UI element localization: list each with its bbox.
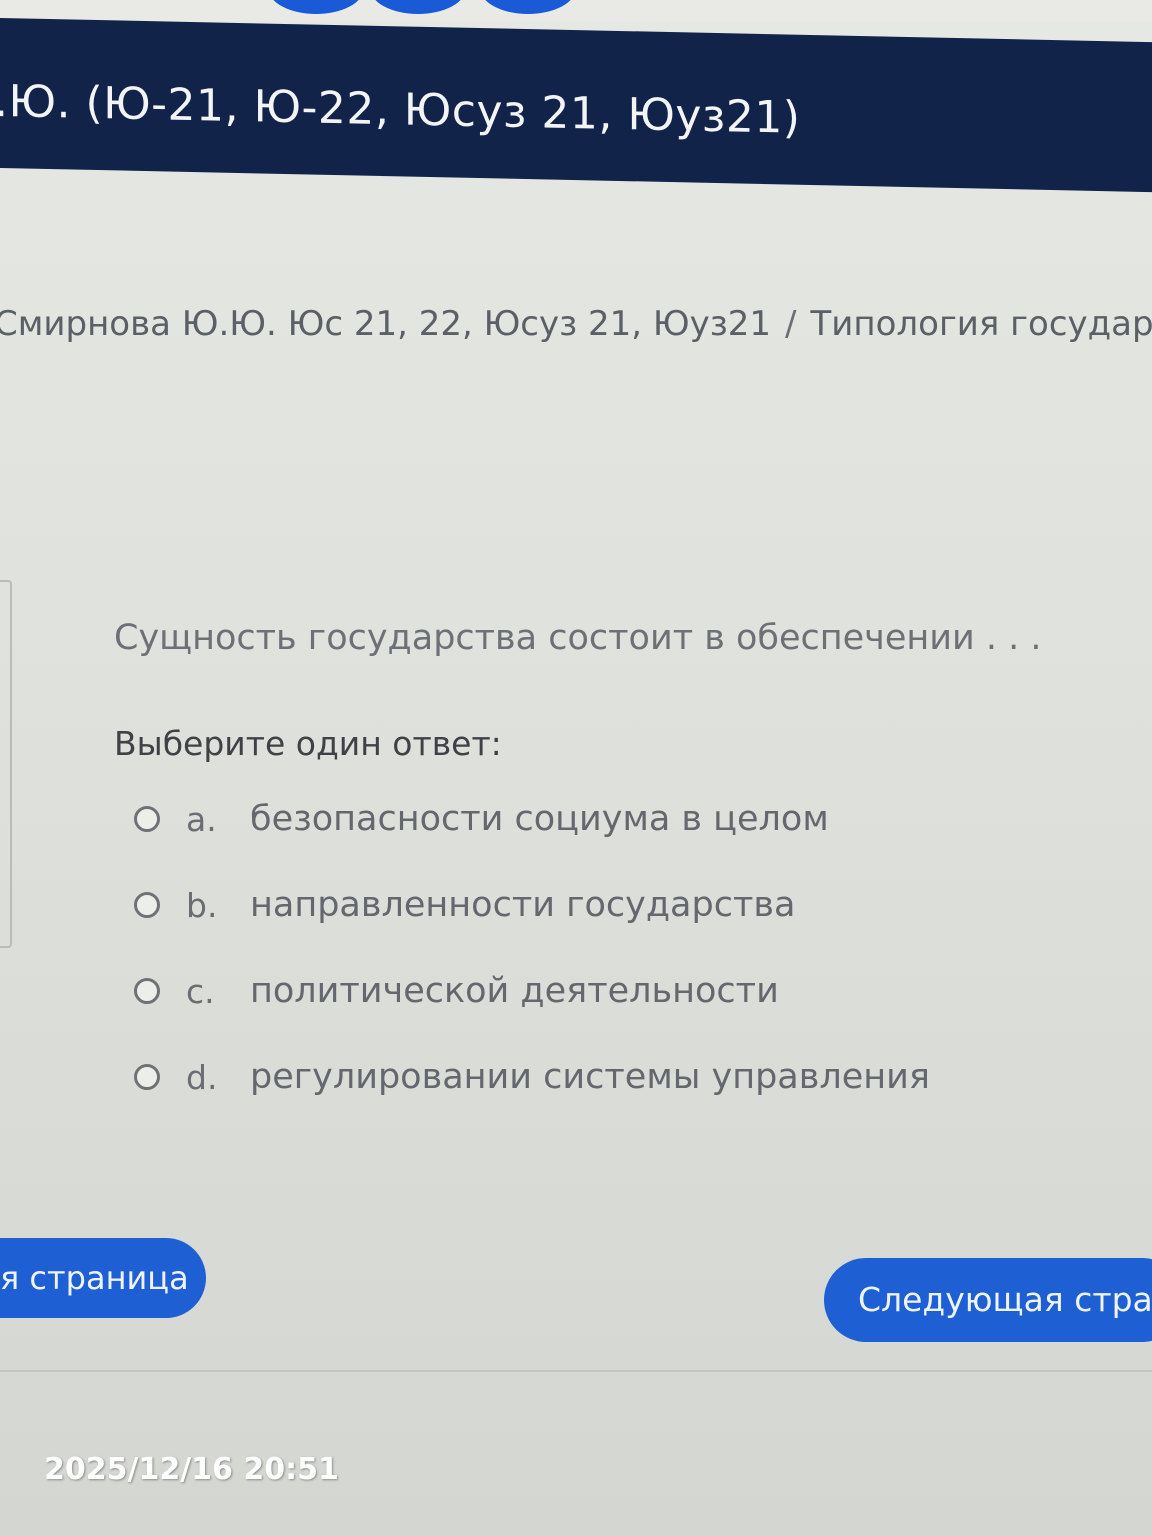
toolbar-circle-button[interactable] bbox=[370, 0, 466, 14]
option-label[interactable]: безопасности социума в целом bbox=[250, 799, 829, 839]
question-text: Сущность государства состоит в обеспечен… bbox=[114, 618, 1042, 658]
radio-button[interactable] bbox=[134, 1064, 160, 1090]
footer-divider bbox=[0, 1370, 1152, 1372]
course-title: .Ю. (Ю-21, Ю-22, Юсуз 21, Юуз21) bbox=[0, 75, 801, 144]
course-header: .Ю. (Ю-21, Ю-22, Юсуз 21, Юуз21) bbox=[0, 18, 1152, 193]
top-strip bbox=[0, 0, 1152, 22]
option-label[interactable]: направленности государства bbox=[250, 885, 795, 925]
next-page-button[interactable]: Следующая стра bbox=[824, 1258, 1152, 1342]
photo-timestamp: 2025/12/16 20:51 bbox=[44, 1452, 339, 1487]
answer-option-c[interactable]: c. политической деятельности bbox=[134, 971, 779, 1011]
option-label[interactable]: политической деятельности bbox=[250, 971, 779, 1011]
answer-option-d[interactable]: d. регулировании системы управления bbox=[134, 1057, 930, 1097]
option-letter: b. bbox=[186, 885, 218, 925]
radio-button[interactable] bbox=[134, 978, 160, 1004]
answer-option-b[interactable]: b. направленности государства bbox=[134, 885, 795, 925]
question-info-panel bbox=[0, 580, 12, 948]
previous-page-button[interactable]: я страница bbox=[0, 1238, 206, 1318]
breadcrumb-section-link[interactable]: Типология государ bbox=[811, 304, 1152, 344]
radio-button[interactable] bbox=[134, 892, 160, 918]
option-letter: a. bbox=[186, 799, 217, 839]
breadcrumb-separator: / bbox=[785, 304, 797, 344]
toolbar-circle-button[interactable] bbox=[480, 0, 576, 14]
breadcrumb-course-link[interactable]: Смирнова Ю.Ю. Юс 21, 22, Юсуз 21, Юуз21 bbox=[0, 304, 771, 344]
breadcrumb: Смирнова Ю.Ю. Юс 21, 22, Юсуз 21, Юуз21 /… bbox=[0, 304, 1152, 344]
option-letter: d. bbox=[186, 1057, 218, 1097]
toolbar-circle-button[interactable] bbox=[268, 0, 364, 14]
screen: .Ю. (Ю-21, Ю-22, Юсуз 21, Юуз21) Смирнов… bbox=[0, 0, 1152, 1536]
answer-option-a[interactable]: a. безопасности социума в целом bbox=[134, 799, 829, 839]
option-letter: c. bbox=[186, 971, 215, 1011]
option-label[interactable]: регулировании системы управления bbox=[250, 1057, 930, 1097]
answer-prompt: Выберите один ответ: bbox=[114, 724, 502, 763]
radio-button[interactable] bbox=[134, 806, 160, 832]
